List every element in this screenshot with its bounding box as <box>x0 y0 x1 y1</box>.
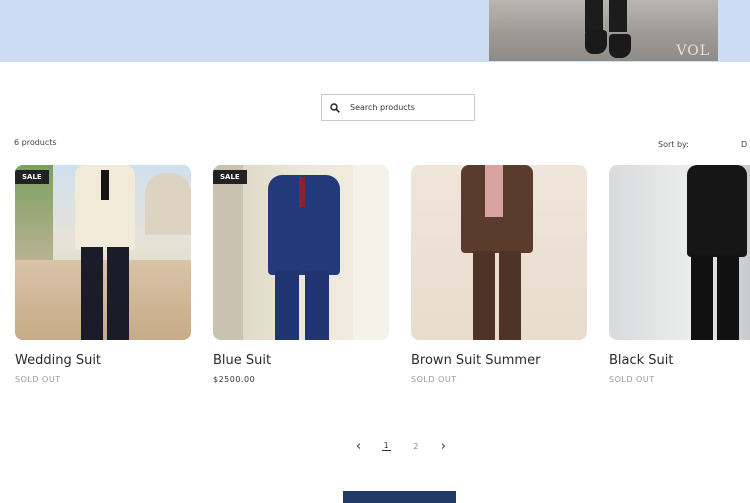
terrace-floor <box>15 260 191 340</box>
next-page-button[interactable]: › <box>441 440 446 453</box>
trouser-right <box>499 251 521 340</box>
pillar <box>353 165 389 340</box>
hero-leg <box>585 0 603 32</box>
pagination: ‹ 1 2 › <box>356 438 446 454</box>
product-price: $2500.00 <box>213 375 256 384</box>
product-title[interactable]: Brown Suit Summer <box>411 353 540 368</box>
trouser-left <box>81 247 103 340</box>
product-image[interactable] <box>609 165 750 340</box>
hero-logo: VOL <box>676 43 710 59</box>
sort-label: Sort by: <box>658 140 689 149</box>
hero-shoe <box>585 30 607 54</box>
page-1-link[interactable]: 1 <box>381 441 391 451</box>
hero-image: VOL <box>489 0 718 61</box>
product-price: SOLD OUT <box>411 375 457 384</box>
product-card-brown-suit-summer[interactable]: Brown Suit Summer SOLD OUT <box>411 165 587 384</box>
hero-banner: VOL <box>0 0 750 62</box>
prev-page-button[interactable]: ‹ <box>356 440 361 453</box>
tie <box>101 170 109 200</box>
sale-badge: SALE <box>15 170 49 184</box>
trouser-left <box>691 255 713 340</box>
product-price: SOLD OUT <box>609 375 655 384</box>
product-price: SOLD OUT <box>15 375 61 384</box>
hero-shoe <box>609 34 631 58</box>
product-card-black-suit[interactable]: Black Suit SOLD OUT <box>609 165 750 384</box>
product-title[interactable]: Black Suit <box>609 353 674 368</box>
sale-badge: SALE <box>213 170 247 184</box>
trouser-left <box>275 270 299 340</box>
product-image[interactable]: SALE <box>15 165 191 340</box>
product-image[interactable]: SALE <box>213 165 389 340</box>
trouser-right <box>305 270 329 340</box>
trouser-right <box>107 247 129 340</box>
black-jacket <box>687 165 747 257</box>
trouser-right <box>717 255 739 340</box>
building-window <box>145 173 191 235</box>
pink-shirt <box>485 165 503 217</box>
sort-select[interactable]: D <box>741 140 747 149</box>
trouser-left <box>473 251 495 340</box>
product-title[interactable]: Blue Suit <box>213 353 271 368</box>
product-card-blue-suit[interactable]: SALE Blue Suit $2500.00 <box>213 165 389 384</box>
pillar <box>213 165 243 340</box>
page-2-link[interactable]: 2 <box>411 442 420 451</box>
search-input[interactable] <box>348 102 462 113</box>
hero-leg <box>609 0 627 32</box>
search-box[interactable] <box>321 94 475 121</box>
product-image[interactable] <box>411 165 587 340</box>
product-card-wedding-suit[interactable]: SALE Wedding Suit SOLD OUT <box>15 165 191 384</box>
search-icon <box>330 102 340 113</box>
tie <box>299 177 305 207</box>
cta-button[interactable] <box>343 491 456 503</box>
product-title[interactable]: Wedding Suit <box>15 353 101 368</box>
product-count: 6 products <box>14 138 57 147</box>
